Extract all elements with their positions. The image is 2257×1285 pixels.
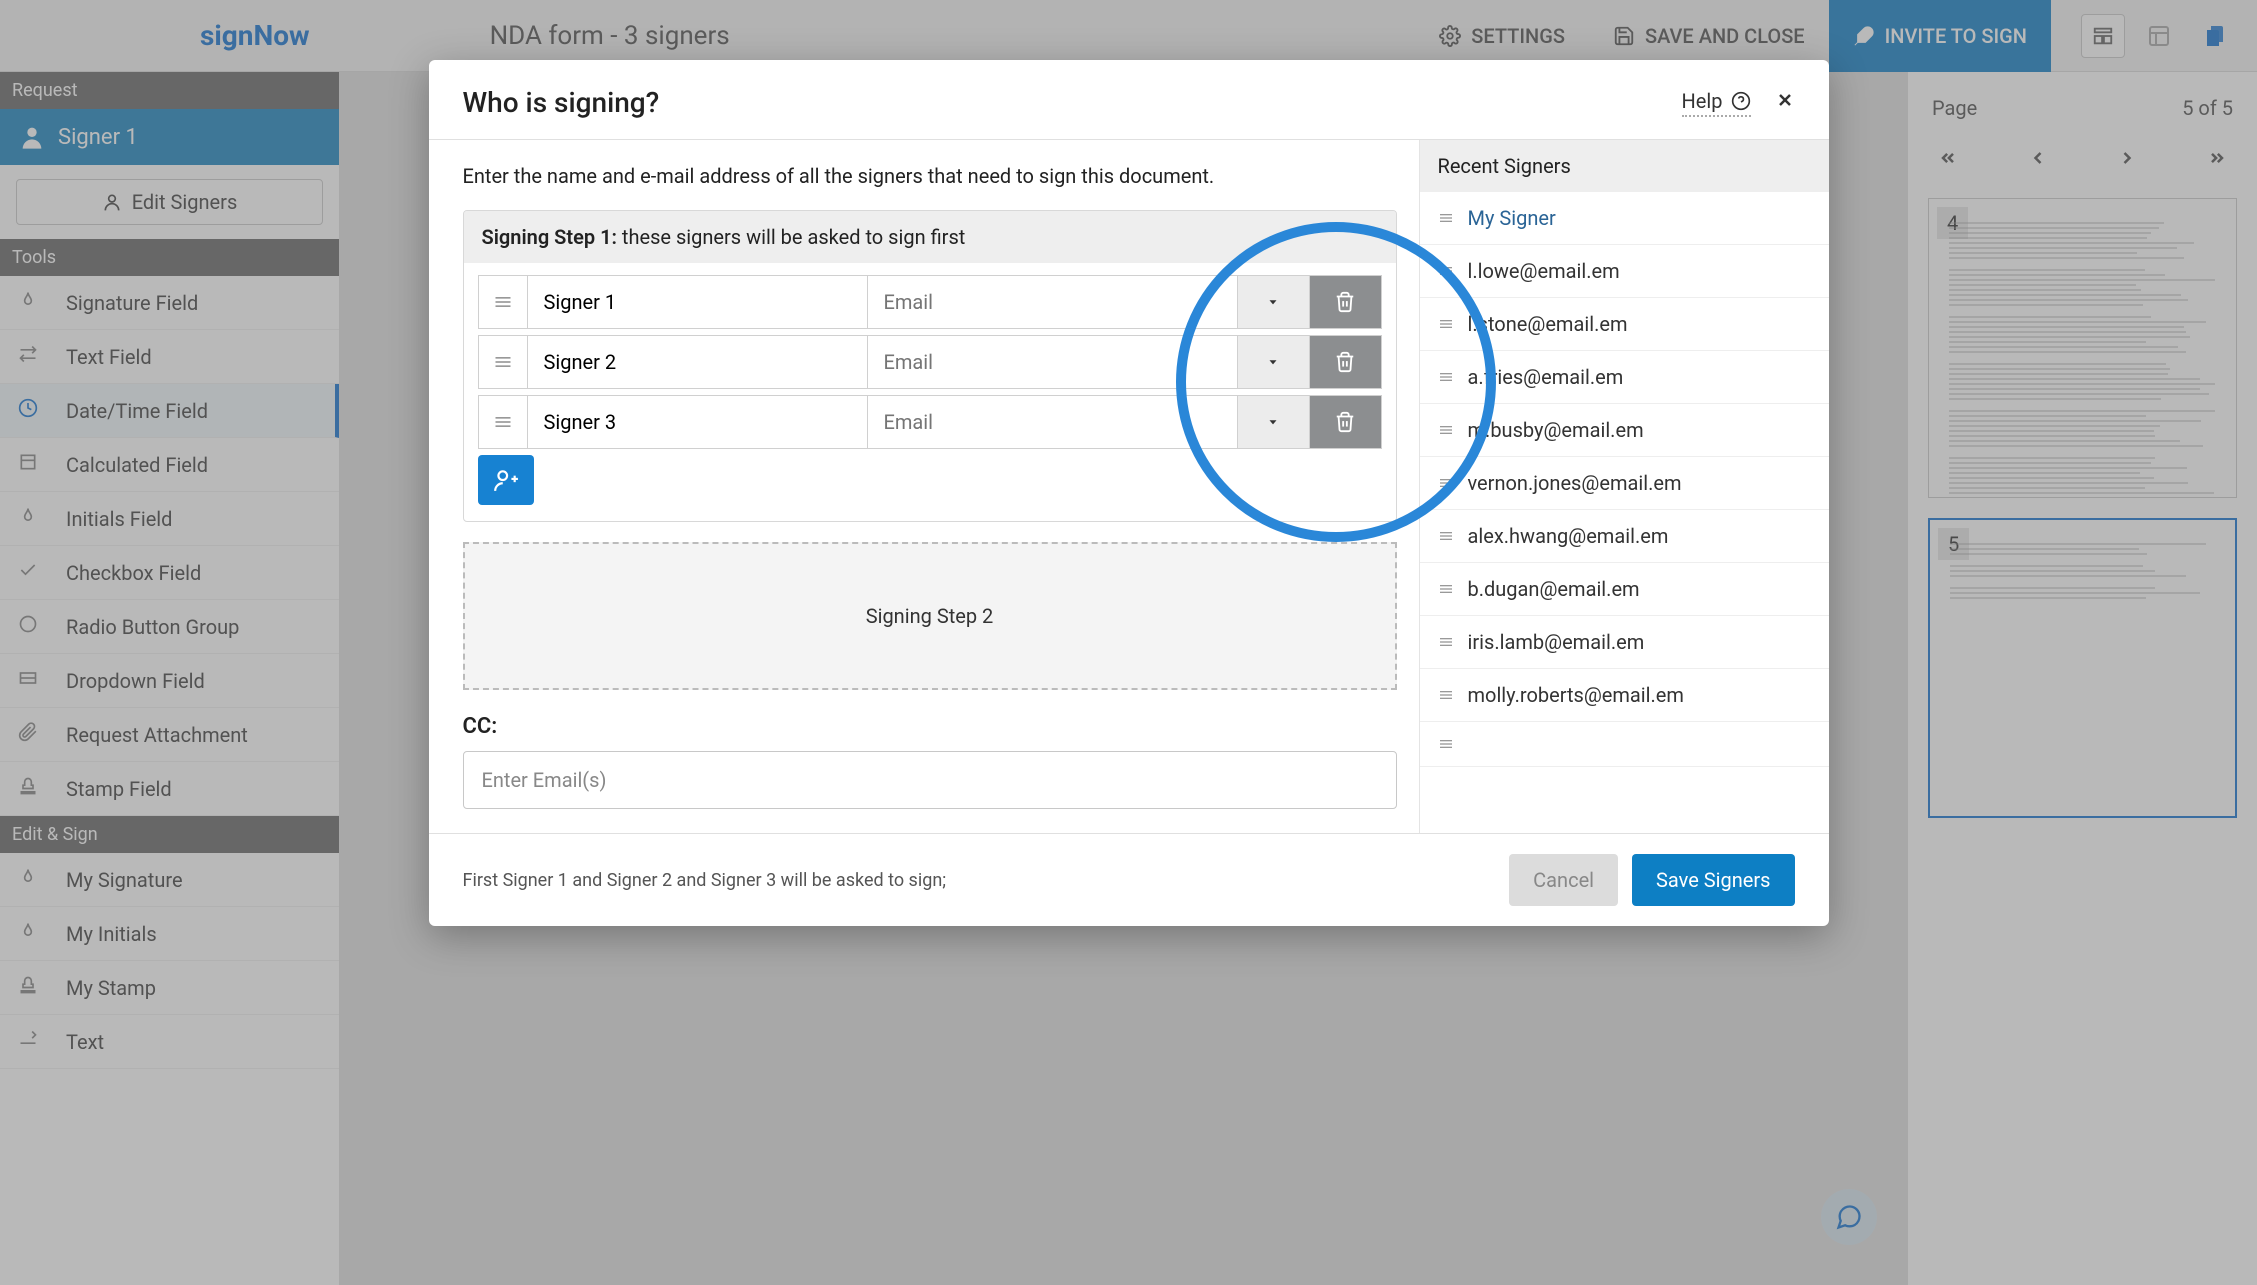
recent-signers-header: Recent Signers <box>1420 140 1829 192</box>
recent-signer-item[interactable]: m.busby@email.em <box>1420 404 1829 457</box>
signer-name-input[interactable] <box>544 290 851 314</box>
trash-icon <box>1334 351 1356 373</box>
recent-signer-item[interactable]: iris.lamb@email.em <box>1420 616 1829 669</box>
chevron-down-icon <box>1266 415 1280 429</box>
modal-title: Who is signing? <box>463 86 660 119</box>
recent-signer-item[interactable]: vernon.jones@email.em <box>1420 457 1829 510</box>
close-icon <box>1775 90 1795 110</box>
recent-signer-more[interactable] <box>1420 722 1829 767</box>
trash-icon <box>1334 411 1356 433</box>
save-signers-button[interactable]: Save Signers <box>1632 854 1794 906</box>
recent-signer-item[interactable]: l.stone@email.em <box>1420 298 1829 351</box>
drag-icon <box>1438 422 1454 438</box>
drag-icon <box>1438 687 1454 703</box>
signer-name-input[interactable] <box>544 410 851 434</box>
drag-icon <box>1438 369 1454 385</box>
close-button[interactable] <box>1775 90 1795 116</box>
chevron-down-icon <box>1266 295 1280 309</box>
add-signer-button[interactable] <box>478 455 534 505</box>
drag-handle[interactable] <box>478 335 528 389</box>
drag-icon <box>1438 634 1454 650</box>
recent-signer-self[interactable]: My Signer <box>1420 192 1829 245</box>
recent-signer-item[interactable]: b.dugan@email.em <box>1420 563 1829 616</box>
drag-icon <box>1438 475 1454 491</box>
chevron-down-icon <box>1266 355 1280 369</box>
drag-icon <box>493 412 513 432</box>
recent-signer-item[interactable]: a.fries@email.em <box>1420 351 1829 404</box>
drag-icon <box>1438 263 1454 279</box>
signer-row-3 <box>478 395 1382 449</box>
signer-email-input[interactable] <box>884 410 1221 434</box>
recent-signer-item[interactable]: alex.hwang@email.em <box>1420 510 1829 563</box>
signing-step-1-box: Signing Step 1: these signers will be as… <box>463 210 1397 522</box>
cc-label: CC: <box>463 714 1397 739</box>
signing-step-2-dropzone[interactable]: Signing Step 2 <box>463 542 1397 690</box>
cc-input[interactable] <box>463 751 1397 809</box>
signer-row-2 <box>478 335 1382 389</box>
signer-email-input[interactable] <box>884 350 1221 374</box>
drag-handle[interactable] <box>478 275 528 329</box>
recent-signer-item[interactable]: molly.roberts@email.em <box>1420 669 1829 722</box>
drag-handle[interactable] <box>478 395 528 449</box>
recent-signer-item[interactable]: l.lowe@email.em <box>1420 245 1829 298</box>
drag-icon <box>493 292 513 312</box>
modal-overlay: Who is signing? Help Enter the name and … <box>0 0 2257 1285</box>
signer-name-input[interactable] <box>544 350 851 374</box>
signer-options-dropdown[interactable] <box>1238 395 1310 449</box>
add-person-icon <box>493 467 519 493</box>
cancel-button[interactable]: Cancel <box>1509 854 1618 906</box>
signer-row-1 <box>478 275 1382 329</box>
drag-icon <box>1438 316 1454 332</box>
step-1-header: Signing Step 1: these signers will be as… <box>464 211 1396 263</box>
drag-icon <box>1438 581 1454 597</box>
drag-icon <box>1438 210 1454 226</box>
signer-email-input[interactable] <box>884 290 1221 314</box>
delete-signer-button[interactable] <box>1310 395 1382 449</box>
help-button[interactable]: Help <box>1682 89 1751 117</box>
who-is-signing-modal: Who is signing? Help Enter the name and … <box>429 60 1829 926</box>
trash-icon <box>1334 291 1356 313</box>
modal-subtitle: Enter the name and e-mail address of all… <box>463 164 1397 188</box>
drag-icon <box>1438 528 1454 544</box>
recent-signers-panel: Recent Signers My Signer l.lowe@email.em… <box>1419 140 1829 833</box>
delete-signer-button[interactable] <box>1310 335 1382 389</box>
footer-note: First Signer 1 and Signer 2 and Signer 3… <box>463 870 947 891</box>
delete-signer-button[interactable] <box>1310 275 1382 329</box>
help-icon <box>1731 91 1751 111</box>
drag-icon <box>493 352 513 372</box>
signer-options-dropdown[interactable] <box>1238 275 1310 329</box>
signer-options-dropdown[interactable] <box>1238 335 1310 389</box>
drag-icon <box>1438 736 1454 752</box>
